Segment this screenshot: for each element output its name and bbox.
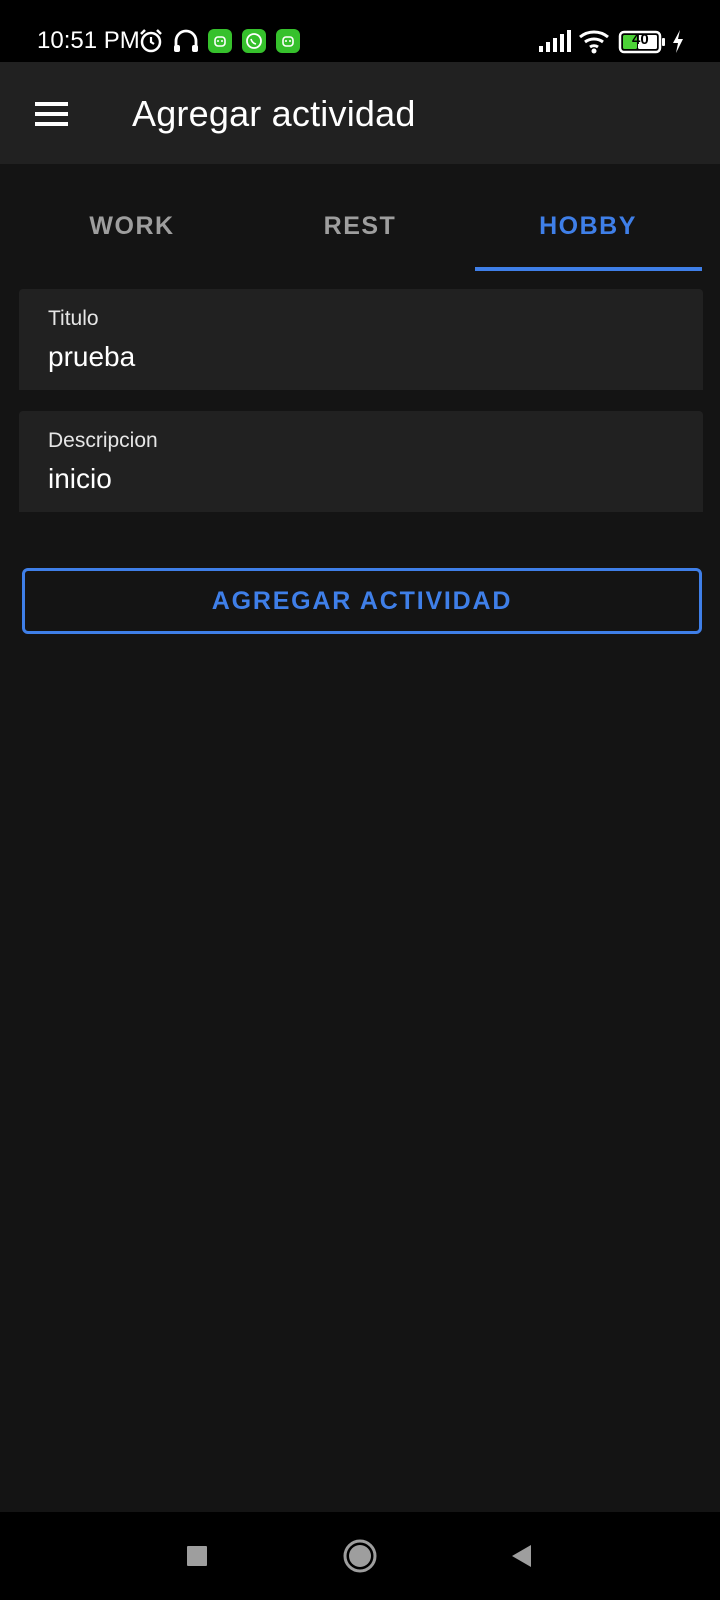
back-icon[interactable] [497,1532,545,1580]
navigation-bar [0,1512,720,1600]
tab-work[interactable]: WORK [18,180,246,272]
tab-bar: WORK REST HOBBY [18,180,702,272]
status-time: 10:51 PM [37,27,140,54]
recents-icon[interactable] [173,1532,221,1580]
page-title: Agregar actividad [132,93,416,134]
status-bar: 10:51 PM 40 [0,0,720,62]
title-field-label: Titulo [48,307,99,330]
battery-level: 40 [632,31,649,48]
description-field-label: Descripcion [48,429,158,452]
menu-icon[interactable] [28,90,76,138]
add-activity-button[interactable]: AGREGAR ACTIVIDAD [22,568,702,634]
tab-hobby[interactable]: HOBBY [474,180,702,272]
tab-rest[interactable]: REST [246,180,474,272]
signal-icon [539,30,571,52]
description-field[interactable]: Descripcion inicio [19,411,703,512]
android-app-icon [208,29,232,53]
home-icon[interactable] [336,1532,384,1580]
wifi-icon [579,30,609,54]
app-bar: Agregar actividad [0,62,720,164]
title-field-value[interactable]: prueba [48,339,135,375]
screen: 10:51 PM 40 Agregar actividad WORK REST … [0,0,720,1600]
charging-icon [673,30,683,53]
tab-indicator [475,267,702,271]
title-field[interactable]: Titulo prueba [19,289,703,390]
alarm-icon [140,29,162,53]
description-field-value[interactable]: inicio [48,461,112,497]
android-app-icon [276,29,300,53]
whatsapp-icon [242,29,266,53]
headphones-icon [174,29,198,52]
